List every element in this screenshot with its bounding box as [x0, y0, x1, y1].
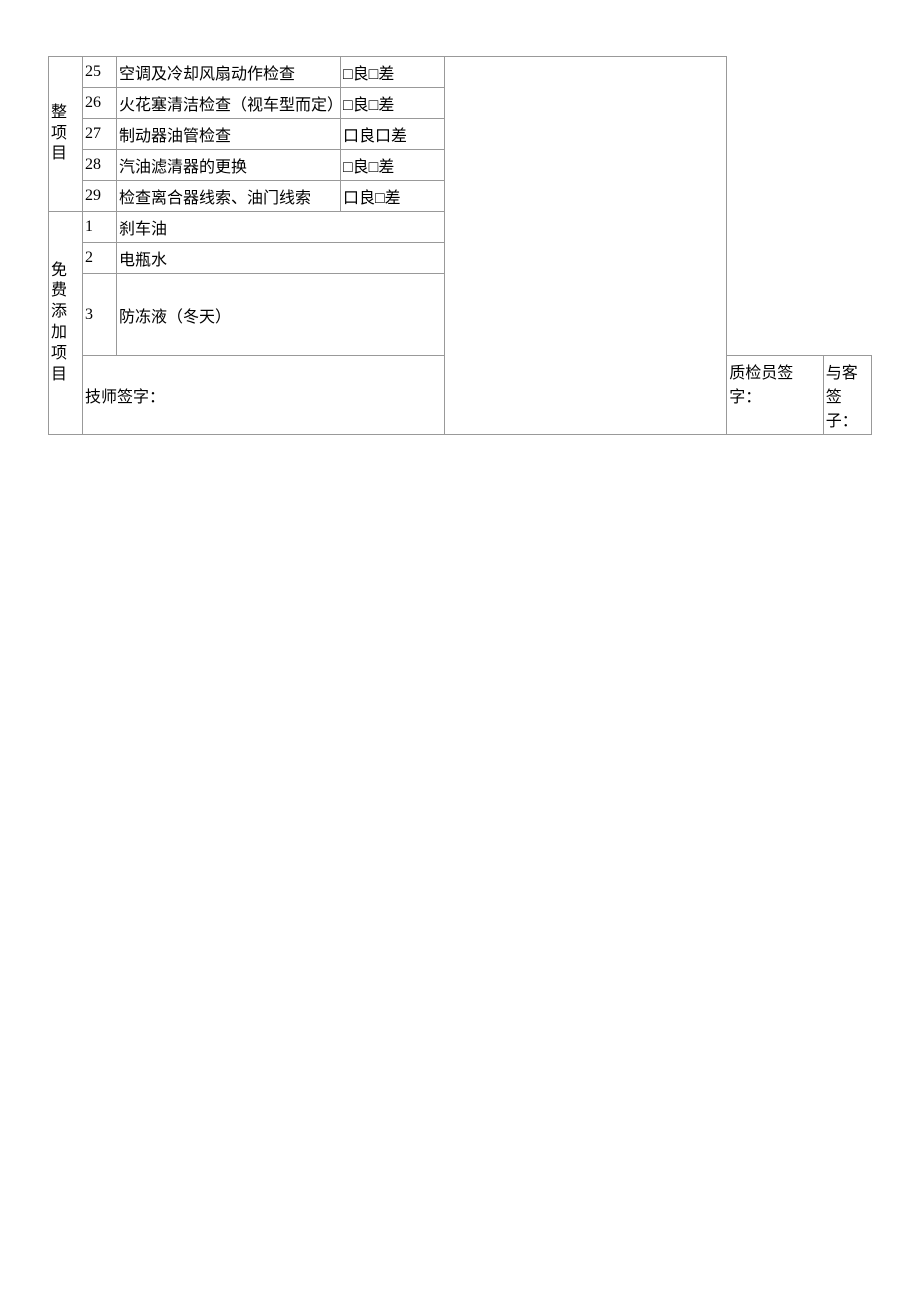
item-number: 3 [83, 274, 117, 356]
item-number: 1 [83, 212, 117, 243]
item-eval: □良□差 [341, 57, 445, 88]
item-desc: 刹车油 [117, 212, 445, 243]
group-label-free-add: 免费添加项目 [49, 212, 83, 435]
item-desc: 空调及冷却风扇动作检查 [117, 57, 341, 88]
signature-technician: 技师签字： [83, 356, 445, 435]
inspection-table: 整项目 25 空调及冷却风扇动作检查 □良□差 26 火花塞清洁检查（视车型而定… [48, 56, 872, 435]
item-number: 2 [83, 243, 117, 274]
item-desc: 防冻液（冬天） [117, 274, 445, 356]
signature-customer-line1: 与客签 [826, 365, 858, 406]
item-eval: □良□差 [341, 150, 445, 181]
item-number: 29 [83, 181, 117, 212]
item-desc: 电瓶水 [117, 243, 445, 274]
item-number: 25 [83, 57, 117, 88]
table-row: 整项目 25 空调及冷却风扇动作检查 □良□差 [49, 57, 872, 88]
signature-qc: 质检员签字： [727, 356, 824, 435]
group-label-adjustment: 整项目 [49, 57, 83, 212]
item-number: 27 [83, 119, 117, 150]
item-number: 26 [83, 88, 117, 119]
notes-area [445, 57, 727, 435]
item-desc: 制动器油管检查 [117, 119, 341, 150]
item-number: 28 [83, 150, 117, 181]
item-eval: 口良□差 [341, 181, 445, 212]
item-eval: □良□差 [341, 88, 445, 119]
signature-customer-line2: 子： [826, 413, 858, 430]
item-desc: 检查离合器线索、油门线索 [117, 181, 341, 212]
signature-customer: 与客签 子： [823, 356, 871, 435]
item-desc: 汽油滤清器的更换 [117, 150, 341, 181]
item-eval: 口良口差 [341, 119, 445, 150]
item-desc: 火花塞清洁检查（视车型而定） [117, 88, 341, 119]
